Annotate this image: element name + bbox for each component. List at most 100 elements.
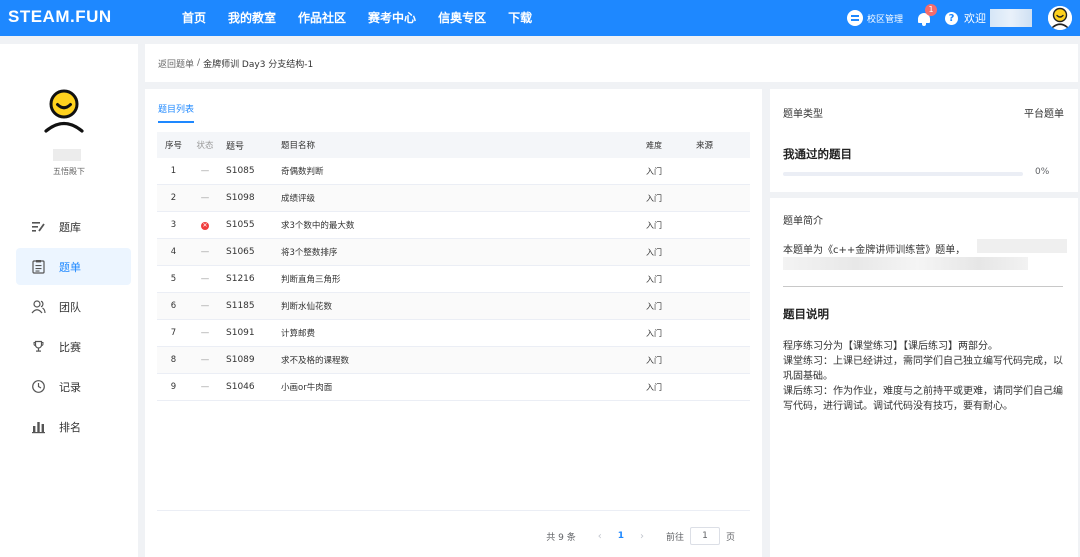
nav-olympiad[interactable]: 信奥专区 bbox=[438, 0, 486, 36]
profile-name-redacted bbox=[53, 149, 81, 161]
profile-school: 五悟殿下 bbox=[53, 167, 85, 176]
difficulty-label: 入门 bbox=[646, 166, 662, 176]
problem-name-link[interactable]: 成绩评级 bbox=[273, 192, 643, 204]
sidebar-item-team[interactable]: 团队 bbox=[16, 288, 131, 325]
pagination-page-1[interactable]: 1 bbox=[618, 531, 624, 541]
row-seq: 3 bbox=[170, 220, 177, 230]
clock-icon bbox=[31, 379, 46, 394]
table-row[interactable]: 1 — S1085 奇偶数判断 入门 bbox=[157, 158, 750, 185]
profile-avatar[interactable] bbox=[40, 86, 88, 134]
table-row[interactable]: 9 — S1046 小画or牛肉面 入门 bbox=[157, 374, 750, 401]
pagination-next-button[interactable]: › bbox=[640, 531, 644, 542]
difficulty-label: 入门 bbox=[646, 193, 662, 203]
table-row[interactable]: 2 — S1098 成绩评级 入门 bbox=[157, 185, 750, 212]
problem-id: S1216 bbox=[226, 274, 255, 284]
wrong-answer-icon: ✕ bbox=[201, 222, 209, 230]
sidebar: 五悟殿下 题库 题单 团队 比赛 记录 排名 bbox=[0, 44, 138, 557]
status-none: — bbox=[200, 382, 210, 392]
sidebar-menu: 题库 题单 团队 比赛 记录 排名 bbox=[16, 208, 131, 448]
nav-exam-center[interactable]: 赛考中心 bbox=[368, 0, 416, 36]
username-redacted[interactable] bbox=[990, 9, 1032, 27]
table-row[interactable]: 5 — S1216 判断直角三角形 入门 bbox=[157, 266, 750, 293]
notification-button[interactable]: 1 bbox=[917, 4, 937, 26]
pagination-goto-input[interactable] bbox=[689, 527, 720, 545]
smiley-avatar-icon bbox=[1048, 6, 1072, 30]
smiley-avatar-icon bbox=[44, 89, 84, 133]
status-cell: ✕ bbox=[190, 220, 220, 230]
nav-my-classroom[interactable]: 我的教室 bbox=[228, 0, 276, 36]
difficulty-label: 入门 bbox=[646, 355, 662, 365]
nav-download[interactable]: 下载 bbox=[508, 0, 532, 36]
pagination-prev-button[interactable]: ‹ bbox=[598, 531, 602, 542]
problem-id: S1085 bbox=[226, 166, 255, 176]
problem-id: S1091 bbox=[226, 328, 255, 338]
sidebar-item-label: 题单 bbox=[59, 260, 81, 274]
nav-community[interactable]: 作品社区 bbox=[298, 0, 346, 36]
campus-management-link[interactable]: 校区管理 bbox=[846, 10, 903, 26]
sidebar-item-problem-sets[interactable]: 题单 bbox=[16, 248, 131, 285]
breadcrumb-current: 金牌师训 Day3 分支结构-1 bbox=[203, 59, 314, 70]
redacted-text bbox=[977, 239, 1067, 253]
description-paragraph: 课堂练习：上课已经讲过，需同学们自己独立编写代码完成，以巩固基础。 bbox=[783, 356, 1063, 382]
pagination-goto-unit: 页 bbox=[725, 532, 735, 543]
back-to-problem-sets-link[interactable]: 返回题单 bbox=[158, 57, 194, 70]
bar-chart-icon bbox=[31, 419, 46, 434]
row-seq: 8 bbox=[170, 355, 177, 365]
sidebar-item-problem-bank[interactable]: 题库 bbox=[16, 208, 131, 245]
status-none: — bbox=[200, 193, 210, 203]
campus-icon bbox=[846, 10, 863, 26]
sidebar-item-label: 记录 bbox=[59, 380, 81, 394]
tab-problem-list[interactable]: 题目列表 bbox=[158, 102, 195, 123]
top-navbar: STEAM.FUN 首页 我的教室 作品社区 赛考中心 信奥专区 下载 校区管理… bbox=[0, 0, 1080, 36]
sheet-summary-panel: 题单类型 平台题单 我通过的题目 0% bbox=[770, 89, 1078, 192]
sidebar-item-records[interactable]: 记录 bbox=[16, 368, 131, 405]
table-row[interactable]: 3 ✕ S1055 求3个数中的最大数 入门 bbox=[157, 212, 750, 239]
sidebar-item-contest[interactable]: 比赛 bbox=[16, 328, 131, 365]
help-icon[interactable]: ? bbox=[945, 11, 958, 25]
notification-badge: 1 bbox=[925, 4, 937, 16]
table-row[interactable]: 8 — S1089 求不及格的课程数 入门 bbox=[157, 347, 750, 374]
table-row[interactable]: 7 — S1091 计算邮费 入门 bbox=[157, 320, 750, 347]
problem-name-link[interactable]: 将3个整数排序 bbox=[273, 246, 643, 258]
sheet-detail-panel: 题单简介 本题单为《c++金牌讲师训练营》题单， 题目说明 程序练习分为【课堂练… bbox=[770, 198, 1078, 557]
difficulty-label: 入门 bbox=[646, 220, 662, 230]
progress-percent: 0% bbox=[1035, 167, 1050, 177]
row-seq: 1 bbox=[170, 166, 177, 176]
description-title: 题目说明 bbox=[783, 307, 829, 321]
problem-name-link[interactable]: 小画or牛肉面 bbox=[273, 381, 643, 393]
sidebar-item-label: 比赛 bbox=[59, 340, 81, 354]
status-none: — bbox=[200, 166, 210, 176]
logo[interactable]: STEAM.FUN bbox=[8, 7, 112, 27]
pagination-total: 共 9 条 bbox=[546, 532, 576, 543]
user-avatar[interactable] bbox=[1048, 6, 1072, 30]
description-body: 程序练习分为【课堂练习】【课后练习】两部分。 课堂练习：上课已经讲过，需同学们自… bbox=[783, 339, 1065, 414]
table-row[interactable]: 4 — S1065 将3个整数排序 入门 bbox=[157, 239, 750, 266]
problem-name-link[interactable]: 判断直角三角形 bbox=[273, 273, 643, 285]
problem-name-link[interactable]: 奇偶数判断 bbox=[273, 165, 643, 177]
problem-name-link[interactable]: 判断水仙花数 bbox=[273, 300, 643, 312]
nav-home[interactable]: 首页 bbox=[182, 0, 206, 36]
col-name-header: 题目名称 bbox=[281, 141, 316, 151]
row-seq: 6 bbox=[170, 301, 177, 311]
checklist-icon bbox=[31, 259, 46, 274]
problem-id: S1098 bbox=[226, 193, 255, 203]
problem-name-link[interactable]: 求不及格的课程数 bbox=[273, 354, 643, 366]
problem-name-link[interactable]: 求3个数中的最大数 bbox=[273, 219, 643, 231]
main-nav: 首页 我的教室 作品社区 赛考中心 信奥专区 下载 bbox=[182, 0, 554, 36]
col-id-header: 题号 bbox=[226, 141, 245, 152]
bell-clapper bbox=[922, 23, 926, 26]
pagination: 共 9 条 ‹ 1 › 前往 页 bbox=[546, 527, 735, 545]
col-difficulty-header: 难度 bbox=[646, 140, 662, 150]
problem-id: S1046 bbox=[226, 382, 255, 392]
problem-id: S1055 bbox=[226, 220, 255, 230]
sidebar-item-ranking[interactable]: 排名 bbox=[16, 408, 131, 445]
problem-name-link[interactable]: 计算邮费 bbox=[273, 327, 643, 339]
progress-bar bbox=[783, 172, 1023, 176]
pagination-goto-label: 前往 bbox=[665, 532, 684, 543]
passed-problems-title: 我通过的题目 bbox=[783, 147, 852, 161]
status-none: — bbox=[200, 247, 210, 257]
row-seq: 9 bbox=[170, 382, 177, 392]
status-none: — bbox=[200, 355, 210, 365]
difficulty-label: 入门 bbox=[646, 328, 662, 338]
table-row[interactable]: 6 — S1185 判断水仙花数 入门 bbox=[157, 293, 750, 320]
